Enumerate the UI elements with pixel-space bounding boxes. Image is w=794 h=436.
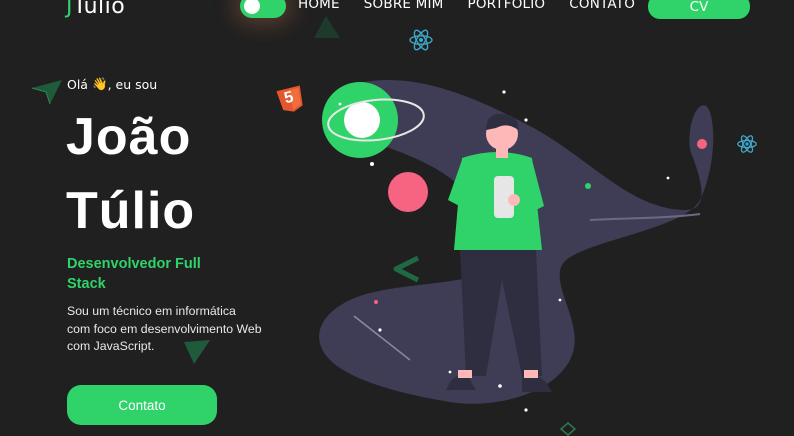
nav-home[interactable]: HOME <box>298 0 340 12</box>
toggle-knob <box>244 0 260 14</box>
bio-text: Sou um técnico em informática com foco e… <box>67 304 262 353</box>
pink-planet <box>388 172 428 212</box>
greeting-pre: Olá <box>67 76 88 92</box>
react-icon <box>409 29 433 51</box>
greeting: Olá 👋 , eu sou <box>67 76 157 92</box>
arrow-icon <box>31 80 62 105</box>
waving-hand-icon: 👋 <box>91 76 108 91</box>
nav-contato[interactable]: CONTATO <box>569 0 635 12</box>
theme-toggle[interactable] <box>240 0 286 18</box>
logo-text: Túlio <box>73 0 126 19</box>
main-nav: HOME SOBRE MIM PORTFOLIO CONTATO <box>298 0 659 12</box>
cv-button[interactable]: CV <box>648 0 750 19</box>
portfolio-page: J Túlio HOME SOBRE MIM PORTFOLIO CONTATO… <box>0 0 794 436</box>
logo[interactable]: J Túlio <box>66 0 125 19</box>
arrow-icon <box>314 16 340 38</box>
nav-portfolio[interactable]: PORTFOLIO <box>468 0 546 12</box>
logo-initial: J <box>66 0 73 19</box>
hero-name-line1: João <box>66 108 192 166</box>
nav-sobre-mim[interactable]: SOBRE MIM <box>364 0 444 12</box>
greeting-post: , eu sou <box>107 76 158 92</box>
role-title: Desenvolvedor Full Stack <box>67 256 201 292</box>
hero-name: João Túlio <box>66 100 195 248</box>
hero-name-line2: Túlio <box>66 182 196 240</box>
developer-illustration <box>319 79 714 412</box>
contact-button[interactable]: Contato <box>67 385 217 425</box>
